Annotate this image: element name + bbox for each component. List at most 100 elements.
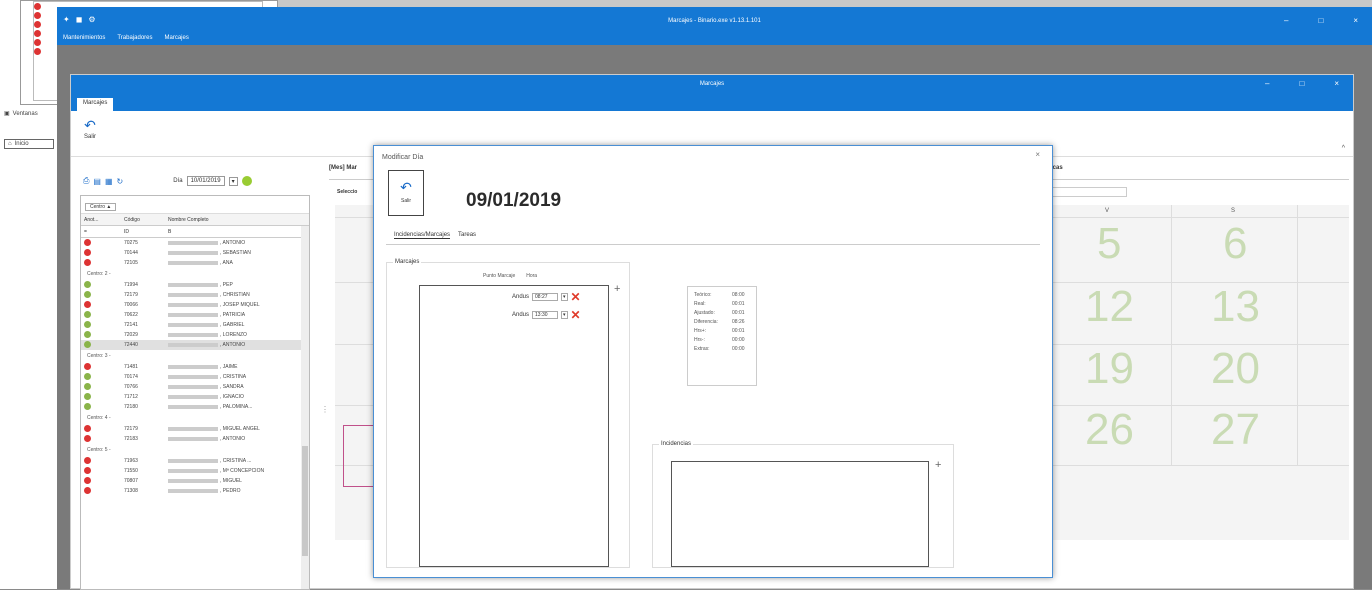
column-header-nombre[interactable]: Nombre Completo bbox=[165, 217, 305, 223]
code-cell: 72180 bbox=[124, 404, 138, 410]
close-button[interactable]: × bbox=[1334, 79, 1339, 88]
table-row[interactable]: 70174 , CRISTINA bbox=[81, 372, 309, 382]
group-row[interactable]: Centro: 3 - bbox=[81, 350, 309, 362]
name-cell: , ANA bbox=[165, 260, 305, 266]
calendar-day[interactable]: 6 bbox=[1223, 219, 1247, 269]
table-row[interactable]: 70766 , SANDRA bbox=[81, 382, 309, 392]
minimize-button[interactable]: – bbox=[1284, 16, 1288, 25]
add-incidencia-button[interactable]: + bbox=[935, 459, 941, 471]
code-cell: 70066 bbox=[124, 302, 138, 308]
calendar-day[interactable]: 26 bbox=[1085, 405, 1134, 455]
date-label: Día bbox=[173, 178, 183, 184]
table-row[interactable]: 70066 , JOSEP MIQUEL bbox=[81, 300, 309, 310]
status-green-icon bbox=[84, 382, 91, 390]
menu-mantenimientos[interactable]: Mantenimientos bbox=[63, 35, 105, 41]
table-row[interactable]: 71994 , PEP bbox=[81, 280, 309, 290]
tab-mes-header[interactable]: [Mes] Mar bbox=[329, 165, 357, 171]
apply-icon[interactable] bbox=[241, 176, 252, 186]
group-chip-centro[interactable]: Centro ▲ bbox=[85, 203, 117, 211]
filter-cell[interactable]: B bbox=[165, 229, 305, 235]
marcaje-row: Andus 08:27 ▾ ✕ bbox=[512, 290, 581, 304]
table-row[interactable]: 72029 , LORENZO bbox=[81, 330, 309, 340]
spin-button[interactable]: ▾ bbox=[561, 311, 568, 319]
print-icon[interactable]: ⎙ bbox=[83, 176, 89, 186]
summary-row: Hrs+: 00:01 bbox=[694, 328, 745, 334]
date-input[interactable]: 10/01/2019 bbox=[186, 176, 225, 186]
delete-icon[interactable]: ✕ bbox=[571, 290, 581, 304]
table-row[interactable]: 71308 , PEDRO bbox=[81, 486, 309, 496]
maximize-button[interactable]: □ bbox=[1299, 79, 1304, 88]
minimize-button[interactable]: – bbox=[1265, 79, 1269, 88]
punto-marcaje: Andus bbox=[512, 294, 530, 300]
table-row[interactable]: 70144 , SEBASTIAN bbox=[81, 248, 309, 258]
marcajes-list: Andus 08:27 ▾ ✕ Andus 13:30 ▾ ✕ bbox=[419, 285, 609, 567]
date-dropdown-button[interactable]: ▾ bbox=[228, 176, 238, 186]
calendar-day[interactable]: 20 bbox=[1211, 344, 1260, 394]
add-marcaje-button[interactable]: + bbox=[614, 283, 620, 295]
dialog-close-button[interactable]: × bbox=[1035, 150, 1040, 159]
maximize-button[interactable]: □ bbox=[1318, 16, 1323, 25]
table-row[interactable]: 70622 , PATRICIA bbox=[81, 310, 309, 320]
status-green-icon bbox=[84, 320, 91, 328]
hora-input[interactable]: 08:27 bbox=[532, 293, 559, 301]
hora-input[interactable]: 13:30 bbox=[532, 311, 559, 319]
table-row[interactable]: 72440 , ANTONIO bbox=[81, 340, 309, 350]
calendar-day[interactable]: 19 bbox=[1085, 344, 1134, 394]
inicio-button[interactable]: ⌂ Inicio bbox=[4, 139, 54, 149]
selected-day-cell[interactable] bbox=[343, 425, 377, 487]
close-button[interactable]: × bbox=[1353, 16, 1358, 25]
tab-tareas[interactable]: Tareas bbox=[458, 232, 476, 239]
column-header-codigo[interactable]: Código bbox=[121, 217, 165, 223]
excel-icon[interactable]: ▦ bbox=[105, 177, 113, 186]
save-icon[interactable]: ▤ bbox=[93, 177, 101, 186]
delete-icon[interactable]: ✕ bbox=[571, 308, 581, 322]
search-input[interactable] bbox=[1047, 187, 1127, 197]
calendar-day[interactable]: 12 bbox=[1085, 282, 1134, 332]
table-row[interactable]: 71712 , IGNACIO bbox=[81, 392, 309, 402]
marcaje-row: Andus 13:30 ▾ ✕ bbox=[512, 308, 581, 322]
group-row[interactable]: Centro: 5 - bbox=[81, 444, 309, 456]
salir-button[interactable]: ↶ Salir bbox=[77, 117, 103, 140]
splitter-handle[interactable]: ⋮ bbox=[321, 405, 329, 414]
group-row[interactable]: Centro: 2 - bbox=[81, 268, 309, 280]
tab-marcajes[interactable]: Marcajes bbox=[77, 98, 114, 111]
scroll-thumb[interactable] bbox=[302, 446, 308, 556]
day-header: V bbox=[1104, 208, 1109, 214]
menu-trabajadores[interactable]: Trabajadores bbox=[117, 35, 152, 41]
refresh-icon[interactable]: ↻ bbox=[117, 177, 124, 186]
dialog-salir-button[interactable]: ↶ Salir bbox=[388, 170, 424, 216]
table-row[interactable]: 72141 , GABRIEL bbox=[81, 320, 309, 330]
status-cell bbox=[81, 456, 121, 466]
punto-marcaje: Andus bbox=[512, 312, 530, 318]
table-row[interactable]: 72179 , MIGUEL ANGEL bbox=[81, 424, 309, 434]
status-cell bbox=[81, 362, 121, 372]
filter-cell[interactable]: = bbox=[81, 229, 121, 235]
status-red-icon bbox=[84, 456, 91, 464]
ventanas-button[interactable]: ▣ Ventanas bbox=[4, 110, 54, 118]
code-cell: 70174 bbox=[124, 374, 138, 380]
grid-scrollbar[interactable] bbox=[301, 226, 309, 589]
spin-button[interactable]: ▾ bbox=[561, 293, 568, 301]
table-row[interactable]: 70275 , ANTONIO bbox=[81, 238, 309, 248]
table-row[interactable]: 71550 , Mª CONCEPCION bbox=[81, 466, 309, 476]
code-cell: 72179 bbox=[124, 292, 138, 298]
table-row[interactable]: 71481 , JAIME bbox=[81, 362, 309, 372]
calendar-day[interactable]: 13 bbox=[1211, 282, 1260, 332]
menu-marcajes[interactable]: Marcajes bbox=[165, 35, 189, 41]
table-row[interactable]: 70807 , MIGUEL bbox=[81, 476, 309, 486]
dialog-date: 09/01/2019 bbox=[466, 190, 562, 211]
redacted-surname bbox=[168, 240, 218, 245]
collapse-ribbon-icon[interactable]: ^ bbox=[1342, 145, 1345, 152]
calendar-day[interactable]: 5 bbox=[1097, 219, 1121, 269]
table-row[interactable]: 72180 , PALOMINA... bbox=[81, 402, 309, 412]
table-row[interactable]: 72105 , ANA bbox=[81, 258, 309, 268]
table-row[interactable]: 72183 , ANTONIO bbox=[81, 434, 309, 444]
calendar-day[interactable]: 27 bbox=[1211, 405, 1260, 455]
column-header-anot[interactable]: Anot... bbox=[81, 217, 121, 223]
table-row[interactable]: 71963 , CRISTINA ... bbox=[81, 456, 309, 466]
table-row[interactable]: 72179 , CHRISTIAN bbox=[81, 290, 309, 300]
filter-cell[interactable]: ID bbox=[121, 229, 165, 235]
group-row[interactable]: Centro: 4 - bbox=[81, 412, 309, 424]
status-red-icon bbox=[84, 248, 91, 256]
tab-incidencias-marcajes[interactable]: Incidencias/Marcajes bbox=[394, 232, 451, 239]
